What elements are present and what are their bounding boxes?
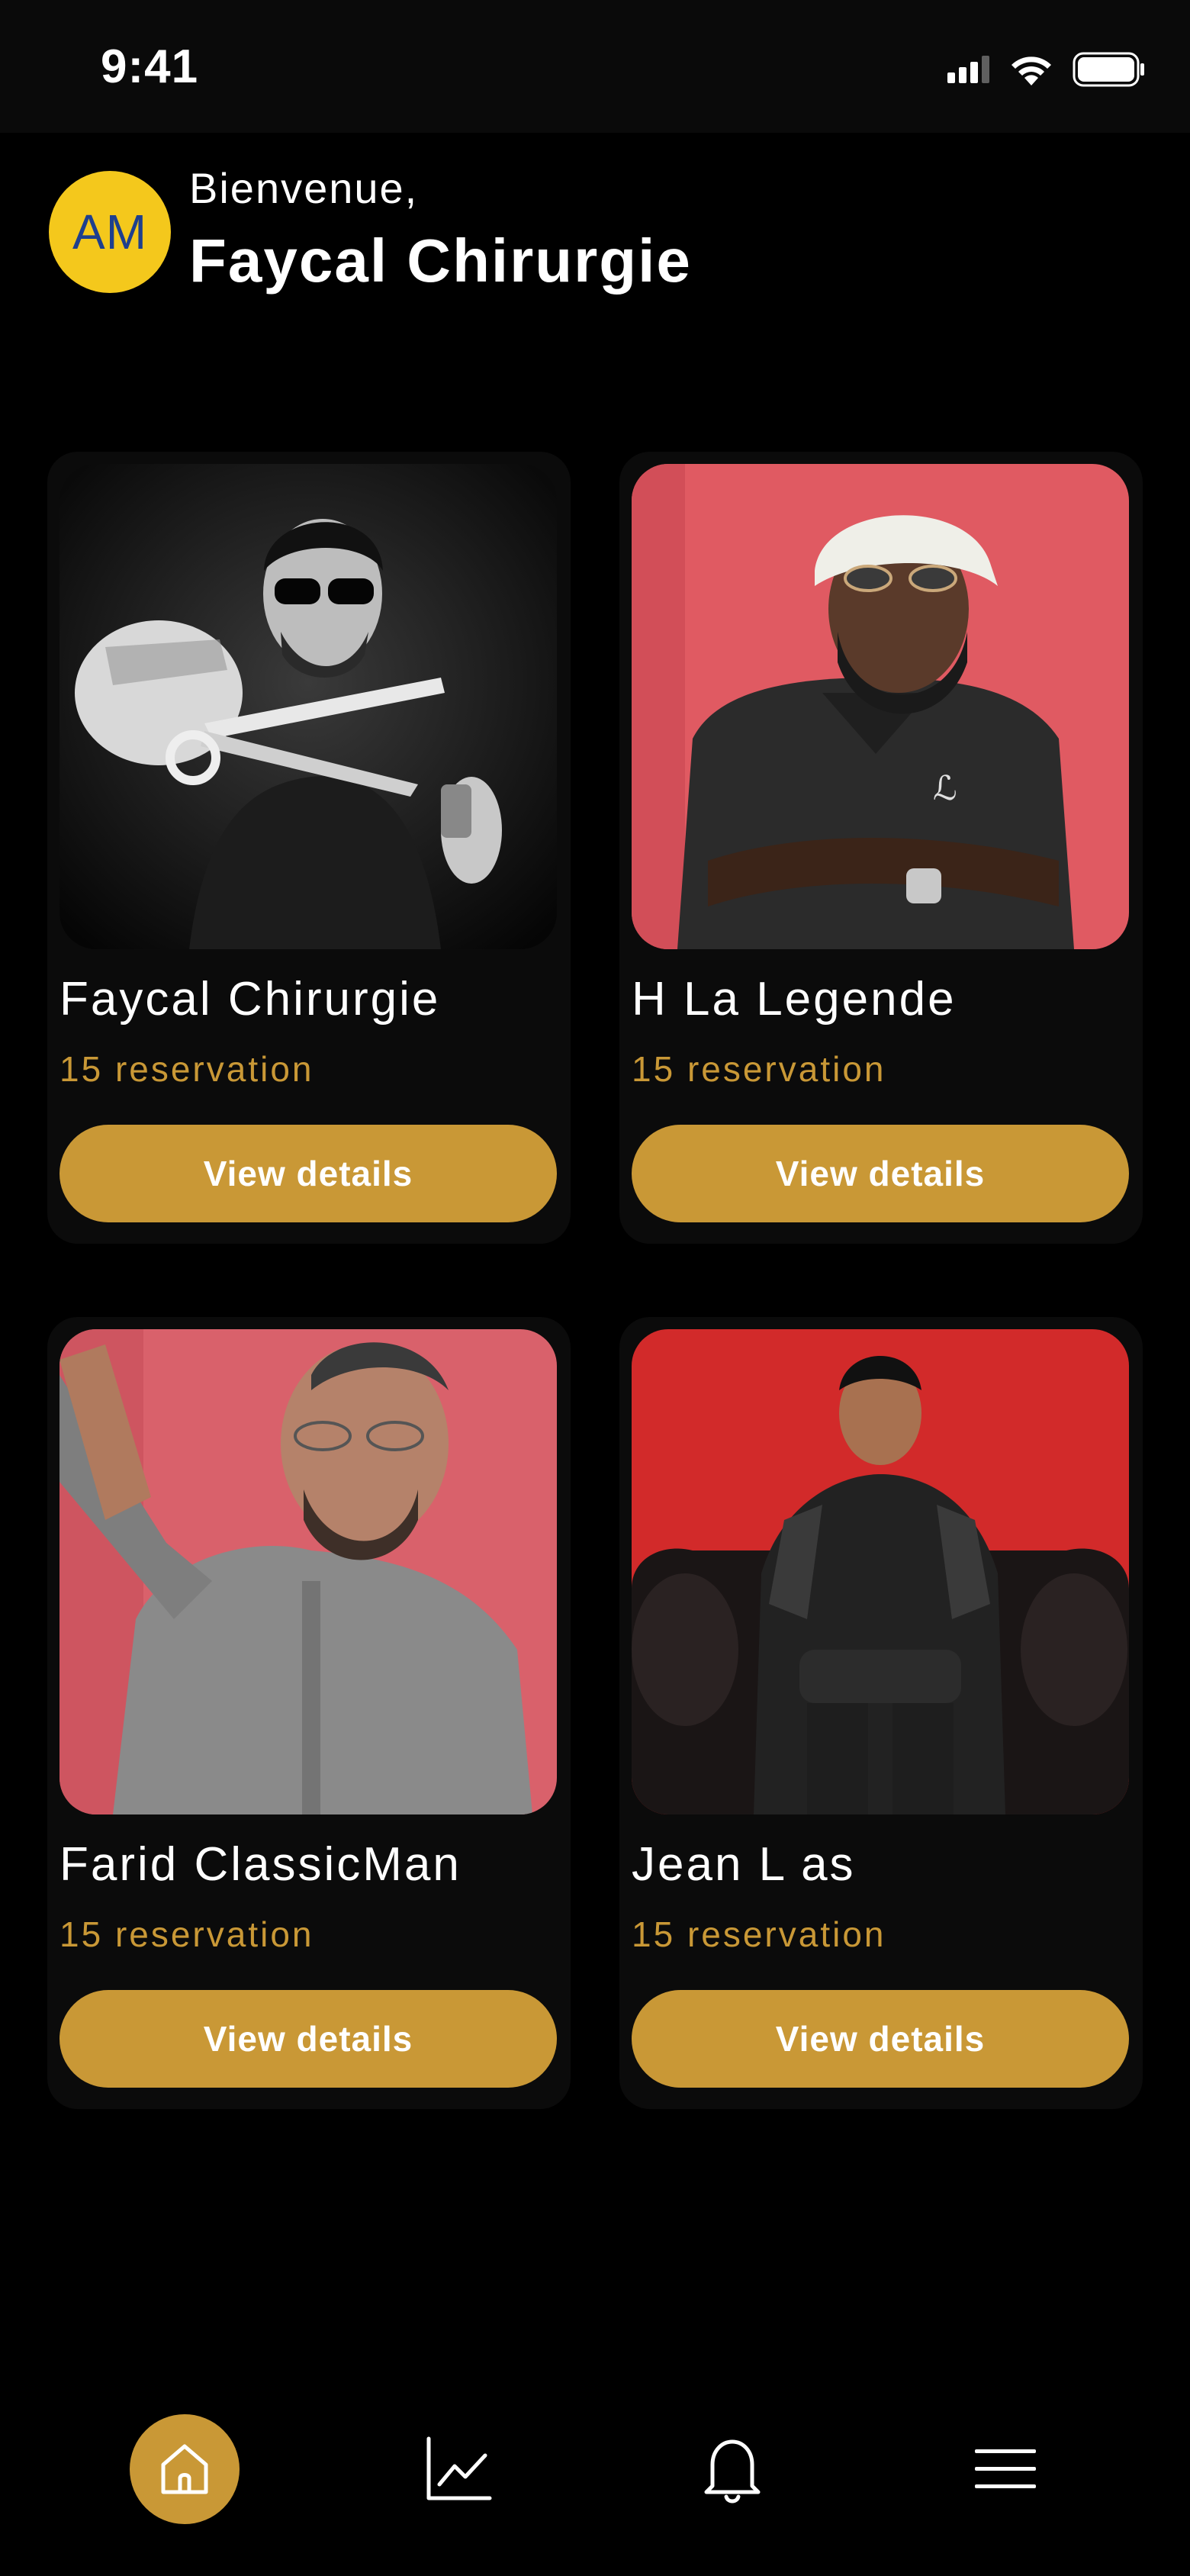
reservation-count: 15 reservation [60,1914,314,1954]
bell-icon [704,2439,761,2504]
bottom-nav [0,2396,1190,2549]
status-icons [947,47,1146,92]
barber-card[interactable]: Faycal Chirurgie 15 reservation View det… [47,452,571,1244]
barber-card[interactable]: Farid ClassicMan 15 reservation View det… [47,1317,571,2109]
view-details-button[interactable]: View details [632,1125,1129,1222]
nav-notifications[interactable] [677,2414,787,2524]
welcome-label: Bienvenue, [189,164,419,212]
reservation-count: 15 reservation [632,1914,886,1954]
reservation-count: 15 reservation [60,1049,314,1089]
barber-name: Jean L as [632,1838,856,1891]
barber-name: H La Legende [632,973,957,1026]
chart-icon [426,2436,492,2500]
view-details-button[interactable]: View details [632,1990,1129,2088]
nav-home[interactable] [130,2414,240,2524]
nav-stats[interactable] [403,2414,513,2524]
wifi-icon [1011,56,1051,85]
barber-name: Faycal Chirurgie [60,973,441,1026]
status-time: 9:41 [101,40,199,93]
barber-card[interactable]: ℒ H La Legende 15 reservation View detai… [619,452,1143,1244]
barber-photo [632,1329,1129,1814]
svg-text:ℒ: ℒ [933,769,957,808]
barber-photo [60,1329,557,1814]
barber-name: Farid ClassicMan [60,1838,462,1891]
barber-photo [60,464,557,949]
view-details-button[interactable]: View details [60,1990,557,2088]
user-name: Faycal Chirurgie [189,227,692,295]
barber-card[interactable]: Jean L as 15 reservation View details [619,1317,1143,2109]
reservation-count: 15 reservation [632,1049,886,1089]
battery-icon [1073,52,1144,87]
cellular-signal-icon [947,56,989,83]
view-details-button[interactable]: View details [60,1125,557,1222]
home-icon [161,2444,208,2494]
avatar[interactable]: AM [49,171,171,293]
avatar-initials: AM [72,204,147,259]
menu-icon [975,2449,1036,2488]
nav-menu[interactable] [950,2414,1060,2524]
app-screen: 9:41 AM Bienvenue, Faycal Chirurgie Fayc… [0,0,1190,2576]
barber-photo: ℒ [632,464,1129,949]
status-bar: 9:41 [0,0,1190,133]
